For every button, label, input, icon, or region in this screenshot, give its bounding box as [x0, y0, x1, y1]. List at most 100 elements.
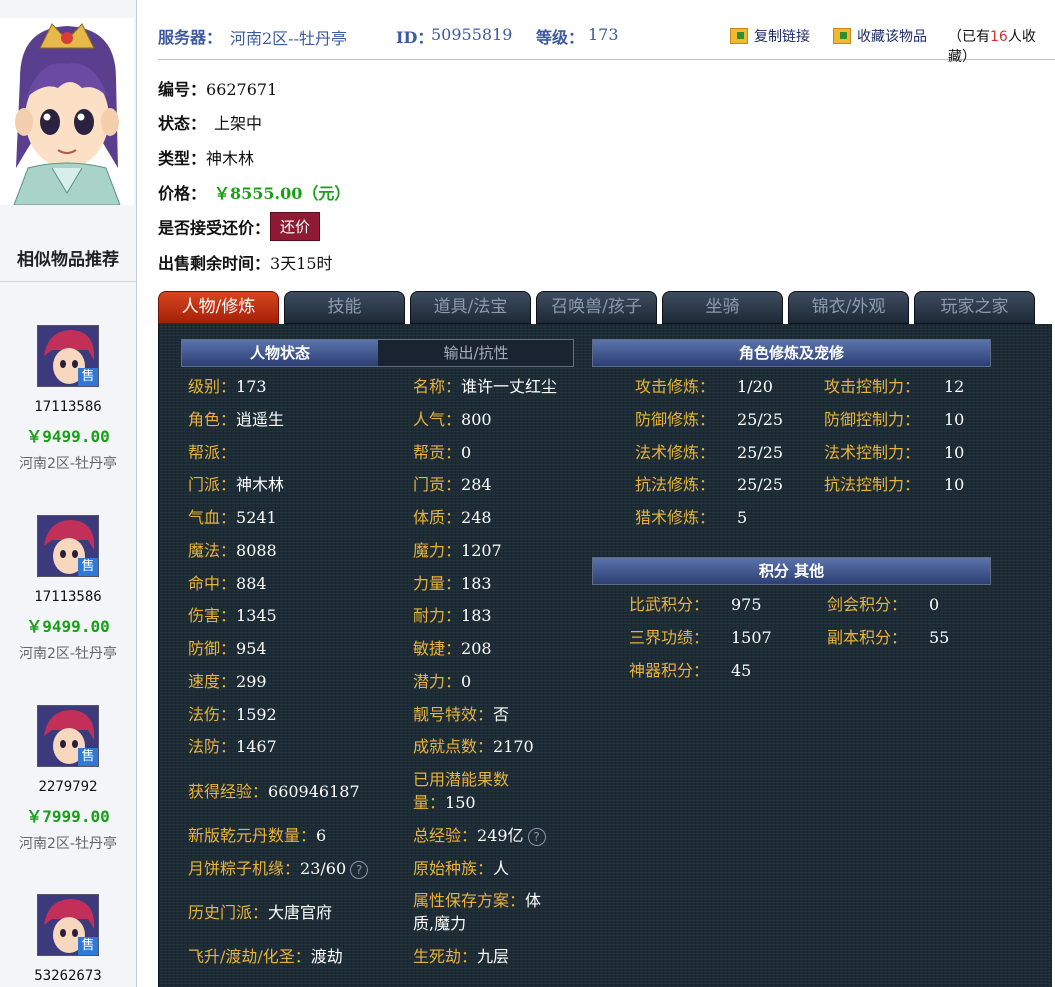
item-thumbnail[interactable]: 售: [37, 894, 99, 956]
item-server: 河南2区-牡丹亭: [19, 646, 117, 662]
score-merit: 三界功绩： 1507: [629, 628, 772, 647]
stat-name: 名称：谁许一丈红尘: [413, 377, 558, 396]
stat-role: 角色：逍遥生: [188, 410, 285, 429]
price-label: 价格：: [158, 184, 207, 203]
score-sword: 剑会积分： 0: [827, 595, 940, 614]
type-row: 类型：神木林: [158, 145, 254, 169]
item-thumbnail[interactable]: 售: [37, 705, 99, 767]
stat-qianyuan: 新版乾元丹数量：6: [188, 826, 327, 845]
stat-school-contribution: 门贡：284: [413, 475, 492, 494]
stat-magic-damage: 法伤：1592: [188, 705, 277, 724]
tab-home[interactable]: 玩家之家: [914, 291, 1035, 324]
help-icon[interactable]: ?: [527, 828, 546, 846]
stat-original-race: 原始种族：人: [413, 859, 510, 878]
tab-appearance[interactable]: 锦衣/外观: [788, 291, 909, 324]
stat-level: 级别：173: [188, 377, 267, 396]
item-price: ￥9499.00: [26, 427, 110, 446]
item-thumbnail[interactable]: 售: [37, 515, 99, 577]
type-value: 神木林: [206, 149, 255, 168]
cultivation-section-title: 角色修炼及宠修: [592, 339, 991, 367]
bargain-button[interactable]: 还价: [270, 212, 321, 241]
stat-potential-fruit: 已用潜能果数 量：150: [413, 770, 510, 812]
left-sidebar: 相似物品推荐 售 17113586 ￥9499.00 河南2区-牡丹亭 售 17…: [0, 0, 137, 987]
item-server: 河南2区-牡丹亭: [19, 836, 117, 852]
status-subtabs: 人物状态 输出/抗性: [181, 339, 574, 367]
stat-magic: 魔力：1207: [413, 541, 502, 560]
character-panel: 人物状态 输出/抗性 角色修炼及宠修 积分 其他 级别：173 角色：逍遥生 帮…: [158, 324, 1052, 987]
character-avatar: [0, 18, 134, 205]
detail-tabs: 人物/修炼 技能 道具/法宝 召唤兽/孩子 坐骑 锦衣/外观 玩家之家: [158, 291, 1055, 324]
favorite-icon: [833, 28, 851, 44]
status-label: 状态：: [158, 114, 207, 133]
stat-endurance: 耐力：183: [413, 606, 492, 625]
stat-guild-contribution: 帮贡：0: [413, 443, 472, 462]
tab-mounts[interactable]: 坐骑: [662, 291, 783, 324]
stat-defense: 防御：954: [188, 639, 267, 658]
tab-character[interactable]: 人物/修炼: [158, 291, 279, 324]
stat-special-id: 靓号特效：否: [413, 705, 510, 724]
copy-link-button[interactable]: 复制链接: [730, 26, 810, 46]
control-resist: 抗法控制力： 10: [824, 475, 965, 494]
subtab-output-resistance[interactable]: 输出/抗性: [378, 340, 574, 366]
stat-speed: 速度：299: [188, 672, 267, 691]
level-value: 173: [588, 25, 619, 44]
help-icon[interactable]: ?: [350, 861, 369, 879]
recommended-item[interactable]: 售 17113586 ￥9499.00 河南2区-牡丹亭: [0, 515, 136, 663]
tab-skills[interactable]: 技能: [284, 291, 405, 324]
sell-badge: 售: [78, 368, 98, 386]
stat-total-exp: 总经验：249亿?: [413, 824, 546, 847]
level-label: 等级：: [536, 28, 585, 47]
cultivation-hunting: 猎术修炼： 5: [635, 508, 748, 527]
number-value: 6627671: [206, 80, 278, 99]
fav-count-number: 16: [990, 29, 1008, 45]
stat-exp-gained: 获得经验：660946187: [188, 782, 360, 801]
stat-potential: 潜力：0: [413, 672, 472, 691]
item-id: 53262673: [34, 968, 102, 984]
score-dungeon: 副本积分： 55: [827, 628, 950, 647]
cultivation-defense: 防御修炼： 25/25: [635, 410, 784, 429]
status-value: 上架中: [214, 114, 263, 133]
sell-badge: 售: [78, 748, 98, 766]
favorite-button[interactable]: 收藏该物品: [833, 26, 927, 46]
stat-mooncake: 月饼粽子机缘：23/60?: [188, 857, 369, 880]
control-defense: 防御控制力： 10: [824, 410, 965, 429]
score-artifact: 神器积分： 45: [629, 661, 752, 680]
favorite-label: 收藏该物品: [857, 29, 927, 45]
item-id: 17113586: [34, 399, 102, 415]
bargain-row: 是否接受还价： 还价: [158, 212, 321, 241]
favorite-count: （已有16人收藏）: [948, 26, 1055, 66]
remaining-time-row: 出售剩余时间：3天15时: [158, 250, 333, 274]
stat-attribute-scheme: 属性保存方案：体 质,魔力: [413, 891, 542, 933]
recommended-item[interactable]: 售 53262673: [0, 894, 136, 986]
stat-mp: 魔法：8088: [188, 541, 277, 560]
subtab-character-status[interactable]: 人物状态: [182, 340, 378, 366]
price-value: ￥8555.00（元）: [214, 184, 351, 203]
stat-guild: 帮派：: [188, 443, 237, 462]
item-id: 2279792: [38, 779, 98, 795]
sell-badge: 售: [78, 558, 98, 576]
item-id: 17113586: [34, 589, 102, 605]
server-label: 服务器：: [158, 28, 223, 47]
item-price: ￥7999.00: [26, 807, 110, 826]
remaining-value: 3天15时: [270, 254, 333, 273]
cultivation-attack: 攻击修炼： 1/20: [635, 377, 773, 396]
tab-items[interactable]: 道具/法宝: [410, 291, 531, 324]
stat-achievement: 成就点数：2170: [413, 737, 534, 756]
stat-agility: 敏捷：208: [413, 639, 492, 658]
price-row: 价格： ￥8555.00（元）: [158, 180, 350, 204]
recommended-item[interactable]: 售 2279792 ￥7999.00 河南2区-牡丹亭: [0, 705, 136, 853]
number-label: 编号：: [158, 80, 207, 99]
score-pvp: 比武积分： 975: [629, 595, 762, 614]
item-thumbnail[interactable]: 售: [37, 325, 99, 387]
stat-history-school: 历史门派：大唐官府: [188, 903, 333, 922]
item-number-row: 编号：6627671: [158, 76, 277, 100]
stat-ascension: 飞升/渡劫/化圣：渡劫: [188, 947, 343, 966]
stat-damage: 伤害：1345: [188, 606, 277, 625]
sell-badge: 售: [78, 937, 98, 955]
stat-life-death: 生死劫：九层: [413, 947, 510, 966]
copy-link-icon: [730, 28, 748, 44]
tab-pets[interactable]: 召唤兽/孩子: [536, 291, 657, 324]
similar-items-title: 相似物品推荐: [0, 240, 136, 282]
item-price: ￥9499.00: [26, 617, 110, 636]
recommended-item[interactable]: 售 17113586 ￥9499.00 河南2区-牡丹亭: [0, 325, 136, 473]
